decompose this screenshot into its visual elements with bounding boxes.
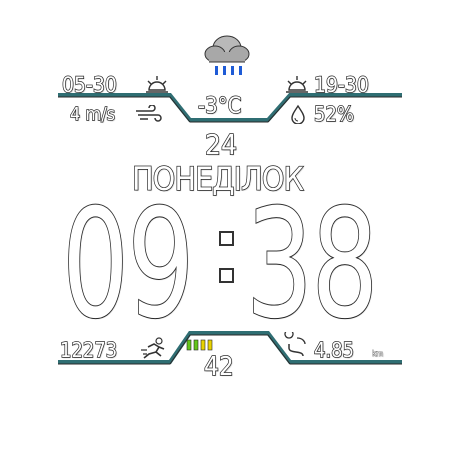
time-colon-top — [219, 231, 234, 246]
route-icon — [284, 332, 306, 357]
battery-percent: 42 — [203, 352, 234, 382]
day-of-month[interactable]: 24 — [204, 130, 237, 159]
step-count[interactable]: 12273 — [59, 339, 118, 360]
wind-speed: 4 m/s — [69, 104, 116, 125]
wind-icon — [136, 105, 162, 122]
time-minutes: 38 — [245, 178, 379, 352]
watch-face: 05-30 19-30 4 m/s -3°C 52% 24 ПОНЕДІЛОК … — [0, 0, 454, 454]
humidity: 52% — [313, 102, 354, 126]
sunset-time: 19-30 — [313, 73, 369, 97]
battery-icon[interactable] — [186, 338, 220, 352]
temperature[interactable]: -3°C — [197, 95, 242, 118]
sunset-icon — [286, 76, 308, 93]
humidity-drop-icon — [291, 104, 305, 124]
distance-unit: km — [372, 349, 384, 358]
distance[interactable]: 4.85 — [313, 339, 354, 360]
sunrise-icon — [146, 76, 168, 93]
running-icon — [141, 337, 165, 359]
sunrise-time: 05-30 — [61, 73, 117, 97]
time-hours: 09 — [61, 178, 195, 352]
rain-cloud-icon[interactable] — [199, 26, 255, 82]
time-colon-bottom — [219, 268, 234, 283]
